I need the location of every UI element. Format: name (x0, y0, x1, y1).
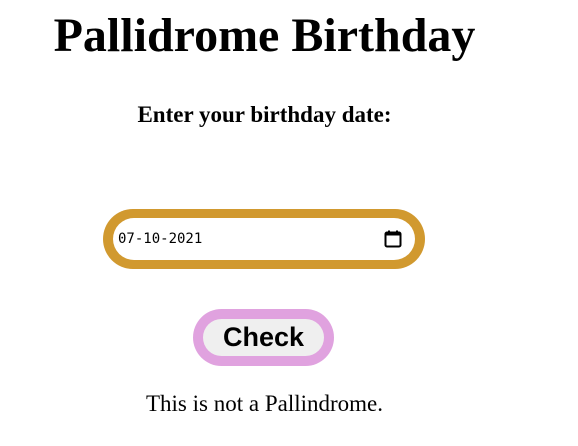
result-message: This is not a Pallindrome. (145, 391, 383, 416)
date-value: 07-10-2021 (118, 231, 203, 247)
page-title: Pallidrome Birthday (53, 9, 476, 62)
check-button-label: Check (203, 319, 324, 356)
calendar-icon[interactable] (384, 230, 402, 248)
birthday-date-input[interactable]: 07-10-2021 (113, 218, 415, 260)
birthday-prompt: Enter your birthday date: (137, 102, 392, 127)
calendar-icon-svg (384, 230, 402, 248)
check-button[interactable]: Check (193, 309, 334, 366)
date-input-border: 07-10-2021 (103, 209, 425, 269)
app-container: Pallidrome Birthday Enter your birthday … (0, 0, 529, 446)
